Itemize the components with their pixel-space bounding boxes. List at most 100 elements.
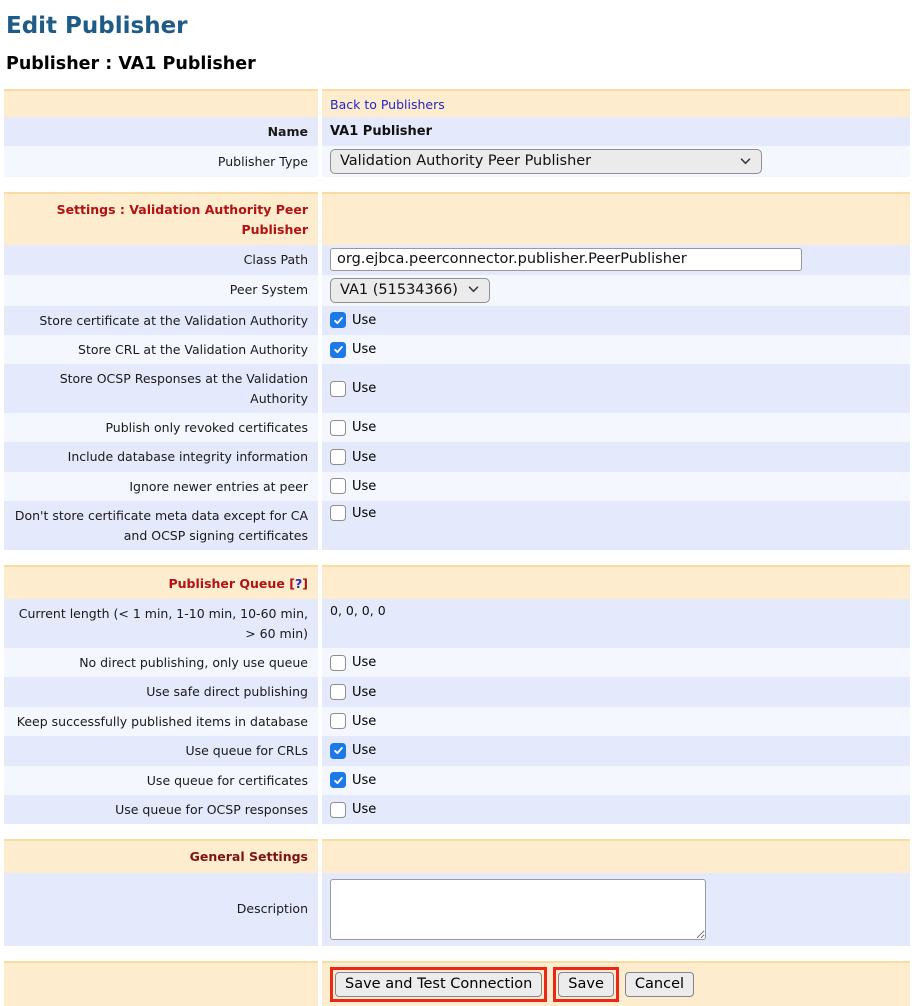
row-label-cell: Use queue for OCSP responses [4,795,318,824]
checkbox-label: Use [352,655,376,670]
chevron-down-icon [740,158,751,165]
section-header-row: Publisher Queue [?] [4,565,910,599]
section-header-cell: General Settings [4,839,318,872]
actions-buttons-cell: Save and Test Connection Save Cancel [322,961,910,1006]
row-value-cell: Use [322,335,910,364]
row-value-cell: 0, 0, 0, 0 [322,599,910,648]
section-header-cell: Settings : Validation Authority Peer Pub… [4,192,318,245]
row-label: Publish only revoked certificates [105,418,308,437]
row-label-cell: Don't store certificate meta data except… [4,501,318,550]
row-value-cell: Use [322,364,910,413]
row-value-cell: Use [322,707,910,736]
chevron-down-icon [468,286,479,293]
section-header-label: Publisher Queue [169,576,285,591]
checkbox-label: Use [352,342,376,357]
checkbox-with-label: Use [330,478,376,494]
checkbox-with-label: Use [330,772,376,788]
table-row: Publisher Type Validation Authority Peer … [4,146,910,177]
table-row: Store CRL at the Validation Authority Use [4,335,910,364]
row-label-cell: Use queue for CRLs [4,736,318,765]
checkbox-with-label: Use [330,312,376,328]
current-length-1-min-1-10-min-10-60-min-60-value: 0, 0, 0, 0 [330,603,386,618]
row-value-cell: Use [322,501,910,550]
ignore-newer-entries-at-peer-checkbox[interactable] [330,478,346,494]
row-label: Current length (< 1 min, 1-10 min, 10-60… [12,604,308,643]
use-queue-for-certificates-checkbox[interactable] [330,772,346,788]
select-value: VA1 (51534366) [340,282,458,298]
table-row: Store OCSP Responses at the Validation A… [4,364,910,413]
row-label-cell: Peer System [4,275,318,306]
keep-successfully-published-items-in-datab-checkbox[interactable] [330,713,346,729]
checkbox-with-label: Use [330,655,376,671]
row-label: No direct publishing, only use queue [79,653,308,672]
row-value-cell: Use [322,677,910,706]
description-textarea[interactable] [330,879,706,940]
section-general-settings: General Settings Description [4,839,910,945]
table-row: Publish only revoked certificates Use [4,413,910,442]
section-header-cell [4,89,318,117]
section-header-with-help: Publisher Queue [?] [169,573,309,593]
checkbox-with-label: Use [330,420,376,436]
row-label: Use safe direct publishing [146,682,308,701]
store-crl-at-the-validation-authority-checkbox[interactable] [330,342,346,358]
store-certificate-at-the-validation-author-checkbox[interactable] [330,312,346,328]
use-queue-for-crls-checkbox[interactable] [330,743,346,759]
table-row: Keep successfully published items in dat… [4,707,910,736]
table-row: Store certificate at the Validation Auth… [4,306,910,335]
row-value-cell: VA1 Publisher [322,117,910,146]
section-header-row: General Settings [4,839,910,872]
row-value-cell: Use [322,766,910,795]
checkmark-icon [333,315,344,326]
table-row: Current length (< 1 min, 1-10 min, 10-60… [4,599,910,648]
publisher-type-select[interactable]: Validation Authority Peer Publisher [330,149,762,174]
back-to-publishers-link[interactable]: Back to Publishers [330,97,445,112]
table-row: No direct publishing, only use queue Use [4,648,910,677]
peer-system-select[interactable]: VA1 (51534366) [330,278,490,303]
checkbox-with-label: Use [330,713,376,729]
row-value-cell: Use [322,306,910,335]
row-label: Description [237,899,308,918]
page-title: Edit Publisher [6,13,910,39]
row-label-cell: Ignore newer entries at peer [4,472,318,501]
store-ocsp-responses-at-the-validation-aut-checkbox[interactable] [330,381,346,397]
row-label: Use queue for CRLs [185,741,308,760]
save-button[interactable]: Save [558,972,614,997]
row-label-cell: Name [4,117,318,146]
checkbox-with-label: Use [330,802,376,818]
row-label-cell: Publisher Type [4,146,318,177]
save-and-test-connection-button[interactable]: Save and Test Connection [335,972,542,997]
don-t-store-certificate-meta-data-except-f-checkbox[interactable] [330,505,346,521]
table-row: Don't store certificate meta data except… [4,501,910,550]
help-close-bracket: ] [302,576,308,591]
table-row: Description [4,873,910,946]
row-label: Store OCSP Responses at the Validation A… [12,369,308,408]
row-label-cell: Include database integrity information [4,442,318,471]
row-label-cell: Store certificate at the Validation Auth… [4,306,318,335]
row-label-cell: Publish only revoked certificates [4,413,318,442]
checkmark-icon [333,775,344,786]
include-database-integrity-information-checkbox[interactable] [330,449,346,465]
checkbox-label: Use [352,802,376,817]
select-value: Validation Authority Peer Publisher [340,153,591,169]
row-label-cell: Current length (< 1 min, 1-10 min, 10-60… [4,599,318,648]
row-value-cell: Use [322,736,910,765]
table-row: Include database integrity informationUs… [4,442,910,471]
cancel-button[interactable]: Cancel [625,972,694,997]
row-label: Store CRL at the Validation Authority [78,340,308,359]
row-label: Peer System [230,280,308,299]
use-safe-direct-publishing-checkbox[interactable] [330,684,346,700]
no-direct-publishing-only-use-queue-checkbox[interactable] [330,655,346,671]
row-label: Use queue for certificates [147,771,308,790]
table-row: Peer System VA1 (51534366) [4,275,910,306]
row-label: Keep successfully published items in dat… [17,712,308,731]
checkbox-label: Use [352,479,376,494]
checkbox-with-label: Use [330,342,376,358]
section-peer-settings: Settings : Validation Authority Peer Pub… [4,192,910,550]
checkbox-label: Use [352,685,376,700]
class-path-input[interactable] [330,248,802,271]
publish-only-revoked-certificates-checkbox[interactable] [330,420,346,436]
section-publisher-info: Back to Publishers NameVA1 PublisherPubli… [4,89,910,177]
use-queue-for-ocsp-responses-checkbox[interactable] [330,802,346,818]
checkbox-label: Use [352,420,376,435]
row-label-cell: Keep successfully published items in dat… [4,707,318,736]
